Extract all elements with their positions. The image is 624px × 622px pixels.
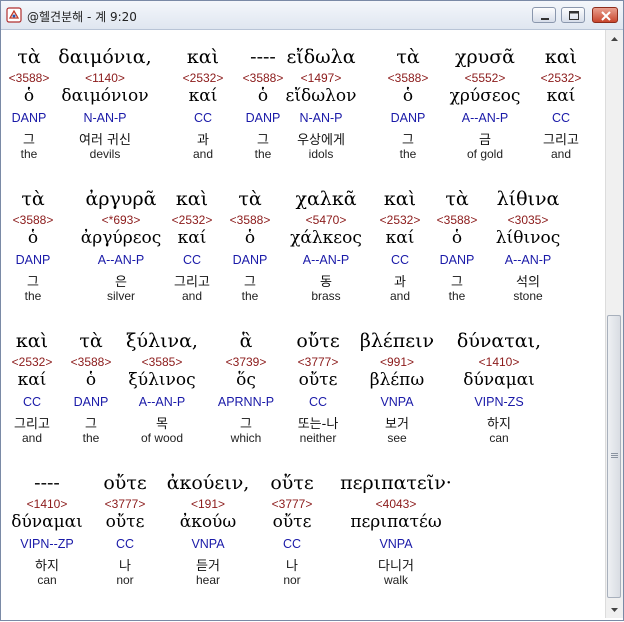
strong-number: <2532> xyxy=(540,71,582,85)
interlinear-view[interactable]: τὰ <3588> ὁ DANP 그 the δαιμόνια, <1140> δαιμόνιο… xyxy=(2,30,604,618)
app-book-icon[interactable] xyxy=(6,7,22,23)
minimize-button[interactable] xyxy=(532,7,556,23)
parsing-code: VIPN-ZS xyxy=(474,395,524,409)
scroll-down-button[interactable] xyxy=(606,601,623,618)
app-window: @헬견분해 - 계 9:20 τὰ <3588> ὁ DANP 그 the δαιμόνια… xyxy=(0,0,624,621)
greek-word: λίθινα xyxy=(496,188,560,210)
english-gloss: and xyxy=(550,147,572,161)
verse-row: ---- <1410> δύναμαι VIPN--ZP 하지 can οὔτε <3777>… xyxy=(2,472,602,592)
verse-row: καὶ <2532> καί CC 그리고 and τὰ <3588> ὁ DANP 그 the ξύλ… xyxy=(2,330,602,450)
greek-word: καὶ xyxy=(544,46,578,68)
greek-word: περιπατεῖν· xyxy=(340,472,452,494)
strong-number: <3035> xyxy=(507,213,549,227)
chevron-up-icon xyxy=(611,37,618,41)
strong-number: <4043> xyxy=(375,497,417,511)
lexical-form: οὔτε xyxy=(272,512,312,532)
scrollbar-thumb[interactable] xyxy=(607,315,621,598)
chevron-down-icon xyxy=(611,608,618,612)
lexical-form: καί xyxy=(546,86,576,106)
english-gloss: stone xyxy=(513,289,543,303)
parsing-code: CC xyxy=(551,111,571,125)
close-icon xyxy=(601,11,611,21)
english-gloss: can xyxy=(489,431,509,445)
parsing-code: VNPA xyxy=(379,537,413,551)
maximize-button[interactable] xyxy=(561,7,585,23)
close-button[interactable] xyxy=(592,7,618,23)
scroll-up-button[interactable] xyxy=(606,30,623,47)
maximize-icon xyxy=(569,11,579,20)
korean-gloss: 하지 xyxy=(487,417,511,432)
korean-gloss: 나 xyxy=(286,559,298,574)
korean-gloss: 석의 xyxy=(516,275,540,290)
greek-word: δύναται, xyxy=(456,330,542,352)
minimize-icon xyxy=(541,18,549,20)
strong-number: <1410> xyxy=(478,355,520,369)
title-bar[interactable]: @헬견분해 - 계 9:20 xyxy=(1,1,623,30)
korean-gloss: 그리고 xyxy=(543,133,579,148)
korean-gloss: 다니거 xyxy=(378,559,414,574)
verse-row: τὰ <3588> ὁ DANP 그 the δαιμόνια, <1140> δαιμόνιο… xyxy=(2,46,602,166)
greek-word: οὔτε xyxy=(270,472,314,494)
lexical-form: λίθινος xyxy=(495,228,561,248)
english-gloss: nor xyxy=(283,573,301,587)
parsing-code: A--AN-P xyxy=(504,253,552,267)
window-title: @헬견분해 - 계 9:20 xyxy=(27,10,137,24)
verse-row: τὰ <3588> ὁ DANP 그 the ἀργυρᾶ <*693> ἀργύρεος A--… xyxy=(2,188,602,308)
english-gloss: walk xyxy=(383,573,408,587)
parsing-code: CC xyxy=(282,537,302,551)
strong-number: <3777> xyxy=(271,497,313,511)
lexical-form: περιπατέω xyxy=(350,512,442,532)
lexical-form: δύναμαι xyxy=(463,370,535,390)
vertical-scrollbar[interactable] xyxy=(605,30,623,618)
